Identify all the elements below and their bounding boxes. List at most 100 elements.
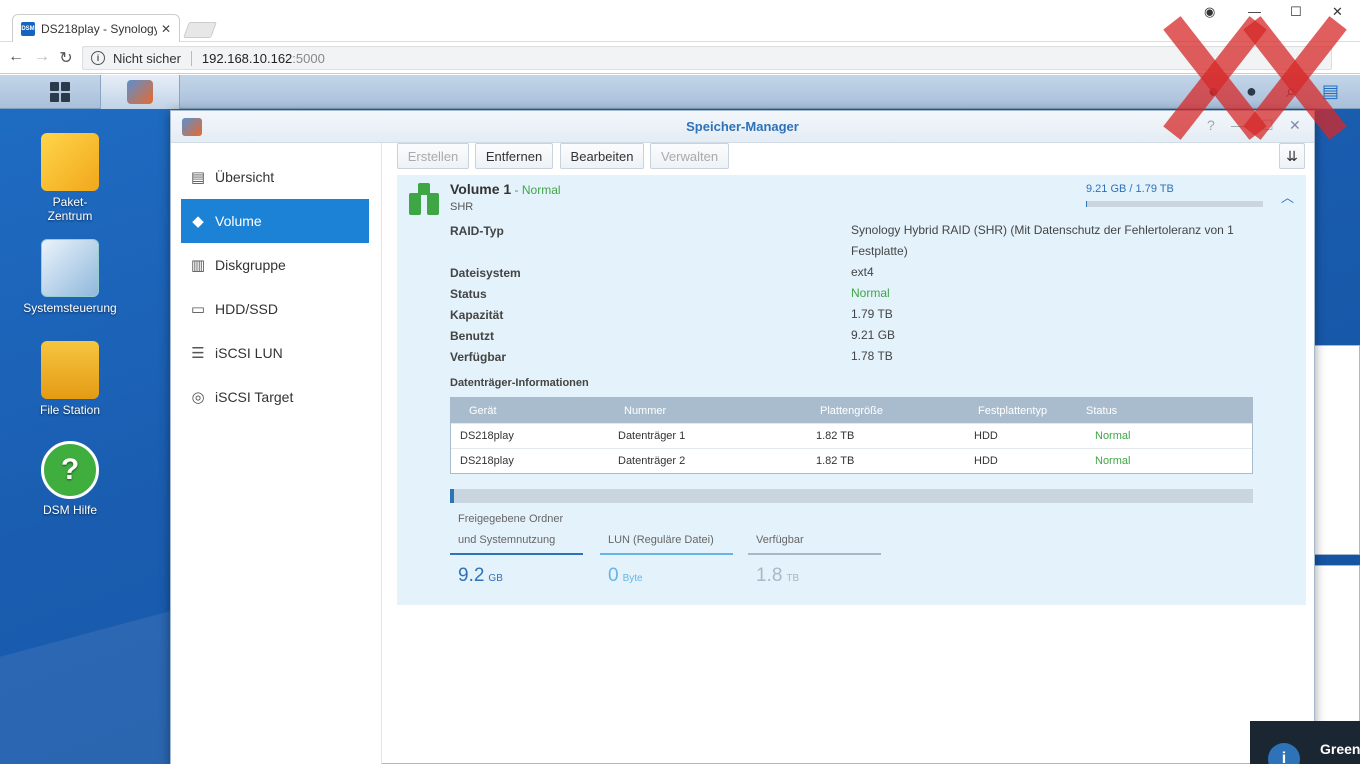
- dsm-taskbar: ● ● ⌕ ▤: [0, 75, 1360, 109]
- collapse-chevron-icon[interactable]: ︿: [1281, 187, 1294, 206]
- volume-usage-fill: [1086, 201, 1088, 207]
- storage-usage-fill: [450, 489, 454, 503]
- browser-tab[interactable]: DSM DS218play - Synology Di ✕: [12, 14, 180, 42]
- cell-type: HDD: [974, 455, 998, 467]
- legend-value-number: 1.8: [756, 565, 783, 586]
- info-icon: i: [1268, 743, 1300, 764]
- sort-icon: ⇊: [1286, 147, 1298, 164]
- xx-watermark-logo: [1163, 16, 1347, 140]
- dsm-favicon-icon: DSM: [21, 21, 35, 36]
- volume-usage-bar: [1086, 201, 1263, 207]
- legend-line: [600, 553, 733, 555]
- column-header[interactable]: Nummer: [609, 405, 807, 417]
- legend-label: LUN (Reguläre Datei): [608, 534, 714, 546]
- legend-line: [450, 553, 583, 555]
- volume-status: - Normal: [511, 183, 561, 197]
- table-row[interactable]: DS218play Datenträger 1 1.82 TB HDD Norm…: [451, 423, 1252, 448]
- sidebar-item-hdd-ssd[interactable]: ▭ HDD/SSD: [181, 287, 369, 331]
- background-window[interactable]: [1314, 345, 1360, 555]
- prop-value-capacity: 1.79 TB: [851, 307, 893, 321]
- window-title: Speicher-Manager: [686, 119, 799, 134]
- main-menu-button[interactable]: [20, 75, 100, 109]
- sidebar-item-iscsi-lun[interactable]: ☰ iSCSI LUN: [181, 331, 369, 375]
- column-header[interactable]: Plattengröße: [807, 405, 965, 417]
- url-host: 192.168.10.162: [201, 50, 293, 66]
- legend-line: [748, 553, 881, 555]
- file-station-icon: [41, 341, 99, 399]
- prop-key-raid-type: RAID-Typ: [450, 224, 504, 238]
- desktop-icon-dsm-help[interactable]: ? DSM Hilfe: [10, 441, 130, 517]
- prop-value-used: 9.21 GB: [851, 328, 896, 342]
- legend-value: 1.8 TB: [748, 565, 881, 587]
- info-icon[interactable]: i: [91, 51, 105, 65]
- desktop-icon-label: Paket-: [52, 195, 88, 209]
- notification-text: Greens: [1320, 741, 1360, 757]
- volume-icon: ◆: [192, 213, 204, 230]
- legend-value-unit: TB: [786, 573, 800, 584]
- legend-value-unit: GB: [488, 573, 503, 584]
- security-label[interactable]: Nicht sicher: [113, 50, 192, 66]
- package-center-icon: [41, 133, 99, 191]
- hdd-icon: ▭: [190, 301, 206, 318]
- storage-manager-window: Speicher-Manager ? — ☐ ✕ ▤ Übersicht ◆ V…: [170, 110, 1315, 764]
- desktop-icon-label: Zentrum: [47, 209, 93, 223]
- cell-size: 1.82 TB: [816, 455, 855, 467]
- desktop-icon-control-panel[interactable]: Systemsteuerung: [10, 239, 130, 315]
- forward-icon[interactable]: →: [32, 48, 52, 66]
- close-tab-icon[interactable]: ✕: [161, 22, 171, 36]
- column-header[interactable]: Festplattentyp: [965, 405, 1086, 417]
- prop-key-available: Verfügbar: [450, 350, 507, 364]
- volume-cubes-icon: [409, 183, 439, 215]
- address-bar-row: ← → ↻ i Nicht sicher 192.168.10.162 :500…: [0, 42, 1360, 74]
- column-header[interactable]: Gerät: [451, 405, 609, 417]
- new-tab-button[interactable]: [183, 22, 217, 38]
- toolbar: Erstellen Entfernen Bearbeiten Verwalten…: [397, 143, 1305, 173]
- desktop-icon-file-station[interactable]: File Station: [10, 341, 130, 417]
- sidebar-item-iscsi-target[interactable]: ◎ iSCSI Target: [181, 375, 369, 419]
- window-titlebar[interactable]: Speicher-Manager ? — ☐ ✕: [171, 111, 1314, 143]
- volume-usage-text: 9.21 GB / 1.79 TB: [1086, 183, 1174, 195]
- prop-key-filesystem: Dateisystem: [450, 266, 521, 280]
- cell-number: Datenträger 2: [618, 455, 686, 467]
- legend-value-number: 9.2: [458, 565, 485, 586]
- storage-usage-bar: [450, 489, 1253, 503]
- url-omnibox[interactable]: i Nicht sicher 192.168.10.162 :5000: [82, 46, 1332, 70]
- sidebar-item-overview[interactable]: ▤ Übersicht: [181, 155, 369, 199]
- back-icon[interactable]: ←: [6, 48, 26, 66]
- volume-detail-panel: Volume 1 - Normal SHR 9.21 GB / 1.79 TB …: [397, 175, 1306, 605]
- prop-value-status: Normal: [851, 286, 890, 300]
- disk-table: Gerät Nummer Plattengröße Festplattentyp…: [450, 397, 1253, 474]
- iscsi-target-icon: ◎: [191, 389, 205, 406]
- sidebar-item-disk-group[interactable]: ▥ Diskgruppe: [181, 243, 369, 287]
- edit-button[interactable]: Bearbeiten: [560, 143, 644, 169]
- sidebar-item-volume[interactable]: ◆ Volume: [181, 199, 369, 243]
- volume-type: SHR: [450, 201, 474, 213]
- control-panel-icon: [41, 239, 99, 297]
- legend-shared-folders: Freigegebene Ordner und Systemnutzung 9.…: [450, 509, 583, 587]
- sort-button[interactable]: ⇊: [1279, 143, 1305, 169]
- desktop-icon-label: DSM Hilfe: [42, 503, 97, 517]
- prop-key-status: Status: [450, 287, 487, 301]
- taskbar-storage-manager-button[interactable]: [100, 75, 180, 109]
- table-row[interactable]: DS218play Datenträger 2 1.82 TB HDD Norm…: [451, 448, 1252, 473]
- manage-button[interactable]: Verwalten: [650, 143, 729, 169]
- disk-group-icon: ▥: [190, 257, 206, 274]
- main-content: Erstellen Entfernen Bearbeiten Verwalten…: [383, 143, 1316, 764]
- desktop-icon-package-center[interactable]: Paket- Zentrum: [10, 133, 130, 223]
- reload-icon[interactable]: ↻: [56, 48, 76, 68]
- cell-status: Normal: [1095, 455, 1131, 467]
- notification-popup[interactable]: i Greens: [1250, 721, 1360, 764]
- tab-title: DS218play - Synology Di: [41, 21, 157, 36]
- prop-key-used: Benutzt: [450, 329, 494, 343]
- disk-info-title: Datenträger-Informationen: [450, 377, 589, 389]
- create-button[interactable]: Erstellen: [397, 143, 469, 169]
- iscsi-lun-icon: ☰: [191, 345, 205, 362]
- overview-icon: ▤: [190, 169, 206, 186]
- column-header[interactable]: Status: [1086, 405, 1206, 417]
- disk-table-header: Gerät Nummer Plattengröße Festplattentyp…: [451, 398, 1252, 423]
- remove-button[interactable]: Entfernen: [475, 143, 553, 169]
- sidebar-item-label: Volume: [215, 213, 262, 229]
- volume-name: Volume 1 - Normal: [450, 181, 561, 197]
- url-port: :5000: [292, 50, 325, 66]
- cell-number: Datenträger 1: [618, 430, 686, 442]
